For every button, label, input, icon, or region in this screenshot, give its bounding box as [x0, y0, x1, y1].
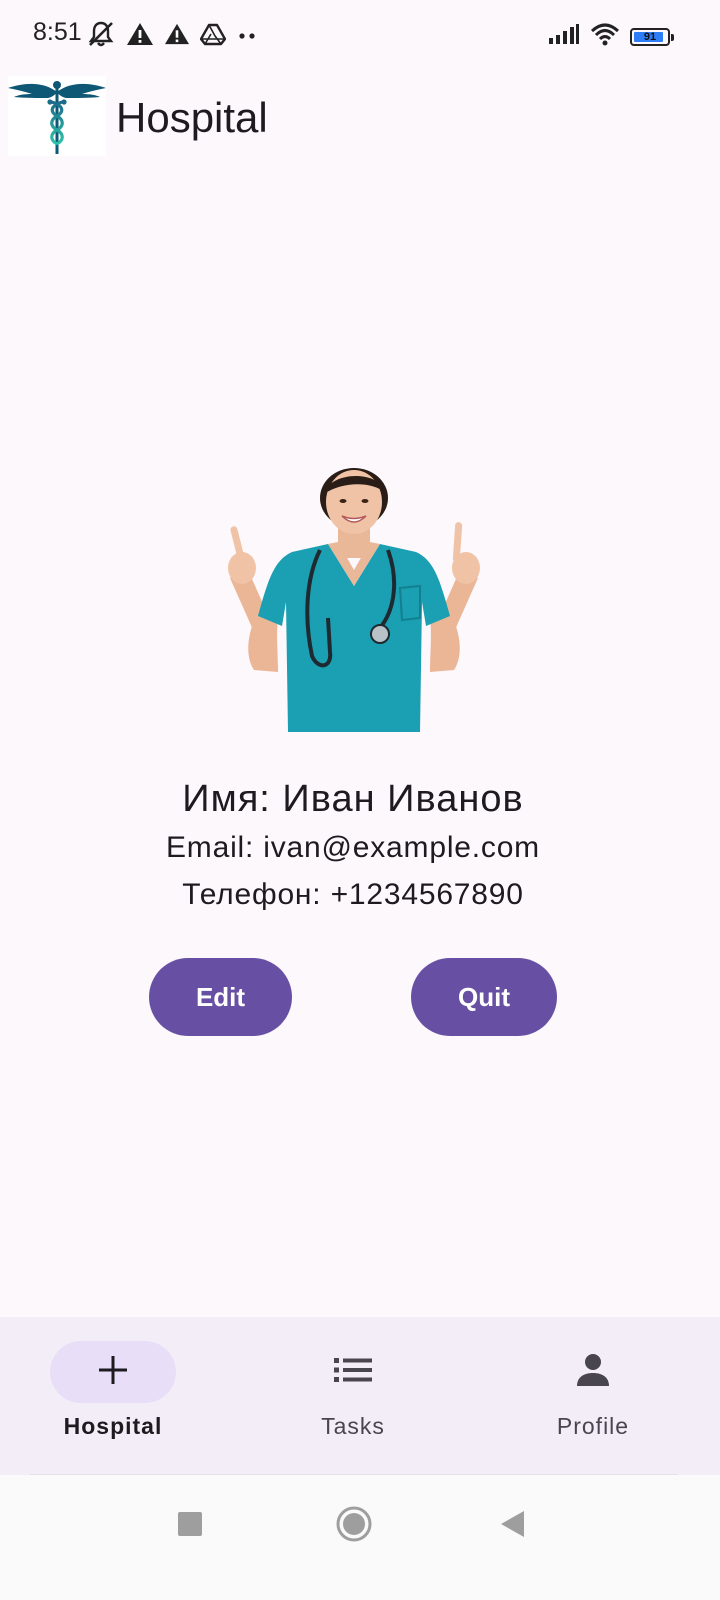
recents-icon[interactable] — [168, 1502, 212, 1546]
nav-label-hospital: Hospital — [63, 1413, 163, 1439]
system-navigation-bar — [0, 1476, 720, 1600]
bell-off-icon — [86, 20, 116, 53]
caduceus-logo — [8, 76, 106, 156]
profile-email: Email: ivan@example.com — [166, 831, 540, 864]
nav-label-profile: Profile — [556, 1413, 630, 1439]
home-icon[interactable] — [332, 1502, 376, 1546]
status-icons-left — [86, 20, 258, 53]
status-time: 8:51 — [33, 18, 82, 46]
person-icon — [576, 1353, 610, 1392]
nav-divider — [30, 1474, 678, 1475]
quit-button[interactable]: Quit — [411, 958, 557, 1036]
bottom-navigation: Hospital Tasks Profile — [0, 1317, 720, 1475]
status-icons-right: 91 — [548, 22, 674, 51]
nav-active-indicator — [50, 1341, 176, 1403]
nav-label-tasks: Tasks — [321, 1413, 385, 1439]
doctor-photo — [220, 468, 488, 732]
nav-icon-container — [530, 1341, 656, 1403]
profile-phone: Телефон: +1234567890 — [182, 878, 524, 911]
profile-name: Имя: Иван Иванов — [182, 778, 524, 820]
wifi-icon — [590, 22, 620, 51]
warning-icon — [164, 22, 190, 51]
status-bar: 8:51 91 — [0, 0, 720, 70]
app-bar: Hospital — [0, 76, 720, 160]
battery-level: 91 — [643, 30, 657, 43]
app-title: Hospital — [116, 94, 268, 141]
more-dots-icon — [236, 28, 258, 46]
drive-icon — [199, 22, 227, 51]
signal-icon — [548, 23, 580, 50]
nav-icon-container — [290, 1341, 416, 1403]
list-icon — [334, 1356, 372, 1389]
nav-item-tasks[interactable]: Tasks — [253, 1339, 453, 1449]
plus-icon — [97, 1354, 129, 1391]
battery-cap — [671, 33, 674, 41]
nav-item-profile[interactable]: Profile — [493, 1339, 693, 1449]
back-icon[interactable] — [490, 1502, 534, 1546]
nav-item-hospital[interactable]: Hospital — [13, 1339, 213, 1449]
warning-icon — [126, 21, 154, 52]
edit-button[interactable]: Edit — [149, 958, 292, 1036]
battery-icon: 91 — [630, 27, 674, 46]
